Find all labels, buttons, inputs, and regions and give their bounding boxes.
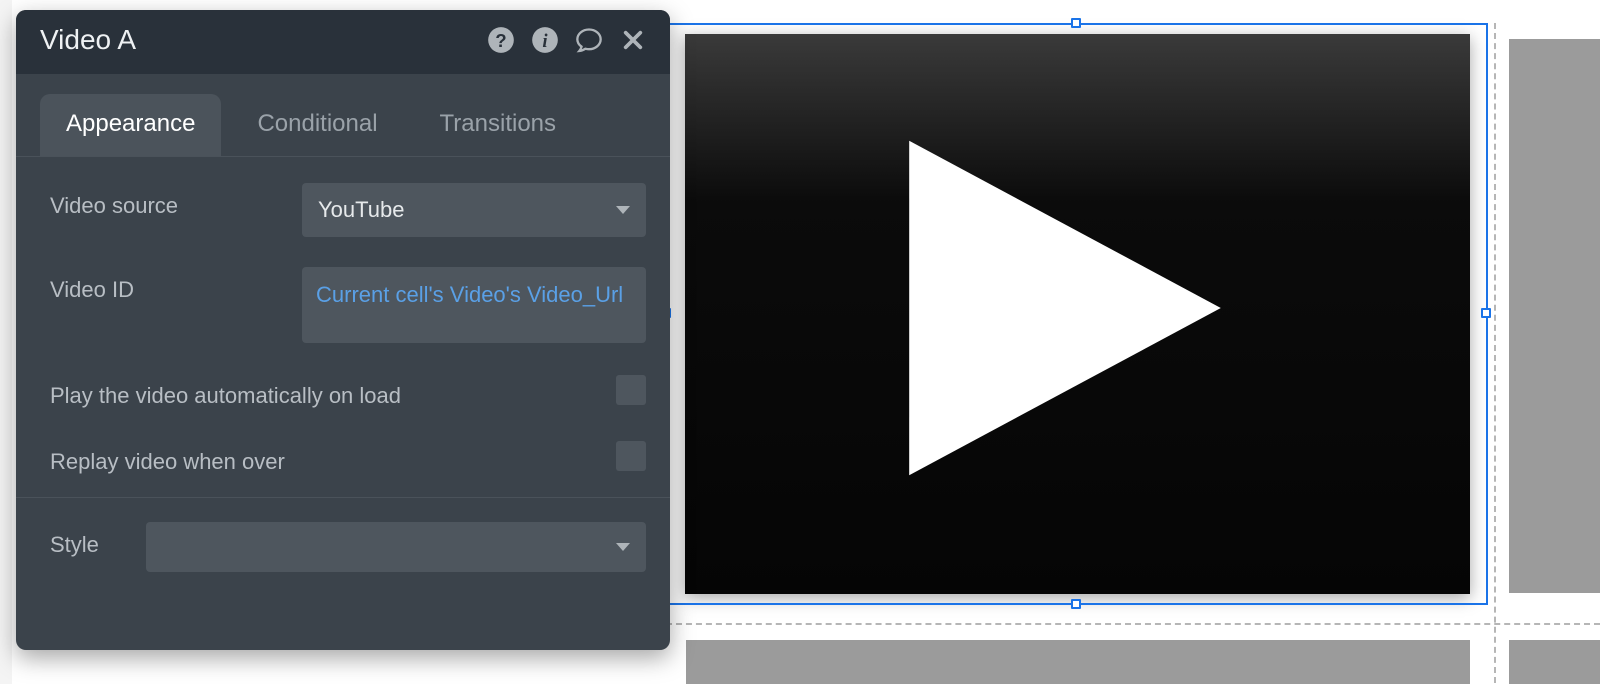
neighbor-element-bottom[interactable] (686, 640, 1470, 684)
panel-tabs: Appearance Conditional Transitions (16, 74, 670, 157)
cell-guide-horizontal (666, 623, 1600, 625)
resize-handle-top[interactable] (1071, 18, 1081, 28)
resize-handle-bottom[interactable] (1071, 599, 1081, 609)
video-source-label: Video source (50, 183, 302, 219)
video-source-value: YouTube (318, 197, 404, 223)
editor-canvas[interactable]: Video A ? i Appearance Conditional Trans… (0, 0, 1600, 684)
play-icon (846, 118, 1246, 498)
autoplay-checkbox[interactable] (616, 375, 646, 405)
video-element[interactable] (685, 34, 1470, 594)
tab-conditional[interactable]: Conditional (231, 94, 403, 156)
comment-icon[interactable] (574, 25, 604, 55)
panel-header-icons: ? i (486, 25, 648, 55)
neighbor-element-bottom-right[interactable] (1509, 640, 1600, 684)
properties-panel: Video A ? i Appearance Conditional Trans… (16, 10, 670, 650)
tab-appearance[interactable]: Appearance (40, 94, 221, 156)
neighbor-element-right[interactable] (1509, 39, 1600, 593)
row-replay: Replay video when over (50, 439, 646, 475)
panel-title: Video A (40, 24, 136, 56)
style-select[interactable] (146, 522, 646, 572)
row-style: Style (50, 522, 646, 572)
replay-checkbox[interactable] (616, 441, 646, 471)
replay-label: Replay video when over (50, 439, 616, 475)
row-video-id: Video ID Current cell's Video's Video_Ur… (50, 267, 646, 343)
resize-handle-right[interactable] (1481, 308, 1491, 318)
section-divider (16, 497, 670, 498)
panel-body: Video source YouTube Video ID Current ce… (16, 157, 670, 608)
row-autoplay: Play the video automatically on load (50, 373, 646, 409)
style-label: Style (50, 522, 146, 558)
video-id-label: Video ID (50, 267, 302, 303)
row-video-source: Video source YouTube (50, 183, 646, 237)
tab-transitions[interactable]: Transitions (414, 94, 582, 156)
chevron-down-icon (616, 206, 630, 214)
autoplay-label: Play the video automatically on load (50, 373, 616, 409)
svg-text:i: i (542, 31, 548, 52)
video-id-expression[interactable]: Current cell's Video's Video_Url (302, 267, 646, 343)
close-icon[interactable] (618, 25, 648, 55)
info-icon[interactable]: i (530, 25, 560, 55)
chevron-down-icon (616, 543, 630, 551)
help-icon[interactable]: ? (486, 25, 516, 55)
video-source-select[interactable]: YouTube (302, 183, 646, 237)
left-strip (0, 0, 12, 684)
cell-guide-vertical (1494, 23, 1496, 683)
svg-text:?: ? (495, 30, 506, 51)
panel-header[interactable]: Video A ? i (16, 10, 670, 74)
